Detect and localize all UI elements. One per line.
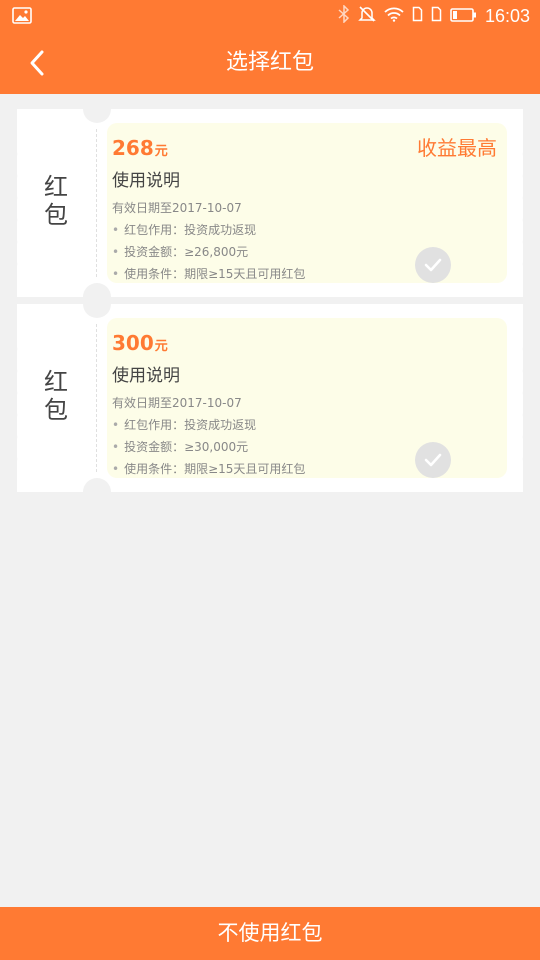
coupon-rules: 红包作用：投资成功返现 投资金额：≥30,000元 使用条件：期限≥15天且可用… [112,414,305,480]
coupon-divider [96,129,97,277]
coupon-punch [83,290,111,318]
battery-icon [450,7,477,26]
coupon-edge [12,143,22,273]
coupon-amount: 300元 [112,331,168,355]
rule-item: 使用条件：期限≥15天且可用红包 [112,458,305,480]
coupon-amount: 268元 [112,136,168,160]
rule-item: 投资金额：≥26,800元 [112,241,305,263]
wifi-icon [384,6,404,26]
page-title: 选择红包 [225,50,314,75]
coupon-type-label: 红 包 [44,368,68,424]
title-bar: 选择红包 [0,32,540,94]
rule-item: 投资金额：≥30,000元 [112,436,305,458]
check-icon [424,258,442,272]
coupon-rules: 红包作用：投资成功返现 投资金额：≥26,800元 使用条件：期限≥15天且可用… [112,219,305,285]
rule-item: 红包作用：投资成功返现 [112,219,305,241]
coupon-list: 红 包 268元 收益最高 使用说明 有效日期至2017-10-07 红包作用：… [0,94,540,907]
coupon-card[interactable]: 红 包 268元 收益最高 使用说明 有效日期至2017-10-07 红包作用：… [12,95,528,311]
status-time: 16:03 [484,6,530,26]
sim-icon [412,6,423,26]
coupon-punch [83,95,111,123]
coupon-divider [96,324,97,472]
check-icon [424,453,442,467]
coupon-panel: 300元 使用说明 有效日期至2017-10-07 红包作用：投资成功返现 投资… [107,318,507,478]
mute-icon [358,5,376,27]
status-icons: 16:03 [338,4,530,28]
no-coupon-button[interactable]: 不使用红包 [0,907,540,960]
status-bar: 16:03 [0,0,540,32]
amount-unit: 元 [154,339,168,354]
coupon-punch [83,478,111,506]
expire-date: 有效日期至2017-10-07 [112,201,242,215]
coupon-panel: 268元 收益最高 使用说明 有效日期至2017-10-07 红包作用：投资成功… [107,123,507,283]
best-yield-badge: 收益最高 [417,136,497,160]
coupon-edge [518,338,528,468]
usage-title: 使用说明 [112,171,180,191]
select-check-button[interactable] [415,247,451,283]
coupon-type-label: 红 包 [44,173,68,229]
rule-item: 红包作用：投资成功返现 [112,414,305,436]
amount-unit: 元 [154,144,168,159]
sim-icon [431,6,442,26]
coupon-card[interactable]: 红 包 300元 使用说明 有效日期至2017-10-07 红包作用：投资成功返… [12,290,528,506]
image-icon [12,7,32,24]
bluetooth-icon [338,4,350,27]
coupon-edge [12,338,22,468]
expire-date: 有效日期至2017-10-07 [112,396,242,410]
coupon-edge [518,143,528,273]
select-check-button[interactable] [415,442,451,478]
usage-title: 使用说明 [112,366,180,386]
rule-item: 使用条件：期限≥15天且可用红包 [112,263,305,285]
